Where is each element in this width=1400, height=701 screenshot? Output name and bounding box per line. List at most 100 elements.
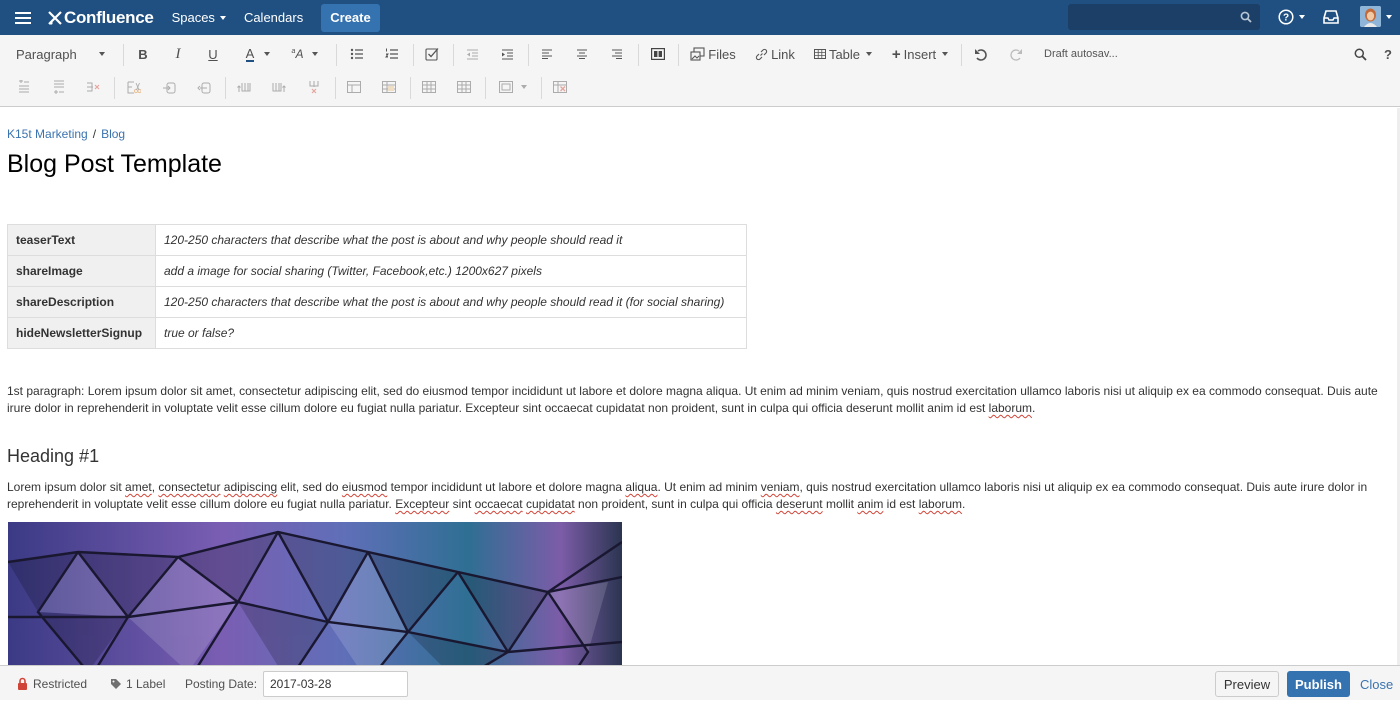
task-list-button[interactable] — [421, 37, 443, 71]
help-menu[interactable]: ? — [1278, 9, 1305, 25]
redo-button[interactable] — [1005, 37, 1027, 71]
paragraph-style-dropdown[interactable]: Paragraph — [8, 37, 113, 71]
top-navigation-bar: Confluence Spaces Calendars Create ? — [0, 0, 1400, 35]
table-icon — [813, 49, 826, 59]
insert-row-before-button[interactable] — [13, 70, 35, 104]
toolbar-divider — [114, 77, 115, 99]
calendars-label: Calendars — [243, 10, 304, 25]
numbered-list-icon — [385, 48, 398, 59]
outdent-icon — [466, 48, 478, 60]
align-left-icon — [542, 49, 552, 59]
intro-paragraph[interactable]: 1st paragraph: Lorem ipsum dolor sit ame… — [7, 383, 1392, 417]
chevron-down-icon — [521, 85, 527, 89]
indent-button[interactable] — [496, 37, 518, 71]
property-value[interactable]: 120-250 characters that describe what th… — [155, 224, 747, 256]
more-formatting-button[interactable]: aA — [285, 37, 325, 71]
hero-image[interactable] — [8, 522, 622, 665]
create-button[interactable]: Create — [321, 3, 380, 32]
toolbar-divider — [528, 44, 529, 66]
toolbar-divider — [453, 44, 454, 66]
table-dropdown[interactable]: Table — [812, 37, 874, 71]
undo-button[interactable] — [970, 37, 992, 71]
logo-text: Confluence — [64, 7, 154, 27]
insert-column-left-icon — [237, 83, 251, 92]
user-menu[interactable] — [1360, 6, 1392, 27]
page-title-input[interactable]: Blog Post Template — [7, 150, 222, 179]
toolbar-row-table — [0, 70, 1400, 104]
property-key[interactable]: shareDescription — [7, 286, 156, 318]
text-color-button[interactable]: A — [238, 37, 278, 71]
toolbar-divider — [335, 77, 336, 99]
insert-column-after-button[interactable] — [268, 70, 290, 104]
publish-button[interactable]: Publish — [1287, 671, 1350, 697]
delete-column-icon — [309, 81, 319, 94]
search-icon — [1240, 11, 1252, 23]
spaces-menu[interactable]: Spaces — [172, 10, 226, 25]
calendars-link[interactable]: Calendars — [244, 10, 303, 25]
section-heading[interactable]: Heading #1 — [7, 446, 99, 467]
find-replace-button[interactable] — [1349, 37, 1371, 71]
split-cells-button[interactable] — [453, 70, 475, 104]
property-value[interactable]: add a image for social sharing (Twitter,… — [155, 255, 747, 287]
close-button[interactable]: Close — [1360, 671, 1393, 697]
align-right-button[interactable] — [606, 37, 628, 71]
keyboard-shortcuts-button[interactable]: ? — [1380, 37, 1396, 71]
chevron-down-icon — [99, 52, 105, 56]
insert-column-before-button[interactable] — [233, 70, 255, 104]
search-input[interactable] — [1068, 4, 1260, 30]
underline-button[interactable]: U — [202, 37, 224, 71]
property-value[interactable]: true or false? — [155, 317, 747, 349]
bold-button[interactable]: B — [132, 37, 154, 71]
copy-row-icon — [163, 82, 176, 93]
link-button[interactable]: Link — [752, 37, 798, 71]
property-value[interactable]: 120-250 characters that describe what th… — [155, 286, 747, 318]
delete-column-button[interactable] — [303, 70, 325, 104]
breadcrumb: K15t Marketing / Blog — [7, 127, 125, 141]
toolbar-divider — [336, 44, 337, 66]
avatar — [1360, 6, 1381, 27]
numbered-list-button[interactable] — [381, 37, 403, 71]
misspelled-word: veniam — [760, 480, 800, 494]
paste-row-button[interactable] — [193, 70, 215, 104]
breadcrumb-blog-link[interactable]: Blog — [101, 127, 125, 141]
confluence-logo[interactable]: Confluence — [47, 8, 154, 28]
notifications-button[interactable] — [1323, 10, 1339, 29]
paragraph-text: elit, sed do — [277, 480, 342, 494]
property-key[interactable]: shareImage — [7, 255, 156, 287]
delete-table-button[interactable] — [549, 70, 571, 104]
outdent-button[interactable] — [461, 37, 483, 71]
misspelled-word: deserunt — [775, 497, 823, 511]
preview-button[interactable]: Preview — [1215, 671, 1279, 697]
cell-color-dropdown[interactable] — [493, 70, 533, 104]
breadcrumb-space-link[interactable]: K15t Marketing — [7, 127, 88, 141]
page-layout-button[interactable] — [647, 37, 669, 71]
delete-row-button[interactable] — [82, 70, 104, 104]
italic-button[interactable]: I — [167, 37, 189, 71]
italic-icon: I — [175, 45, 181, 62]
labels-count: 1 Label — [126, 676, 166, 691]
search-icon — [1354, 48, 1367, 61]
restrictions-button[interactable]: Restricted — [17, 666, 87, 701]
editor-content[interactable]: K15t Marketing / Blog Blog Post Template… — [0, 108, 1400, 665]
cut-row-button[interactable] — [123, 70, 145, 104]
body-paragraph[interactable]: Lorem ipsum dolor sit amet, consectetur … — [7, 479, 1392, 513]
files-button[interactable]: Files — [688, 37, 738, 71]
indent-icon — [501, 48, 513, 60]
merge-cells-button[interactable] — [418, 70, 440, 104]
insert-row-above-icon — [19, 80, 29, 93]
property-key[interactable]: hideNewsletterSignup — [7, 317, 156, 349]
bullet-list-button[interactable] — [346, 37, 368, 71]
menu-icon[interactable] — [15, 11, 31, 24]
toolbar-divider — [961, 44, 962, 66]
lock-icon — [18, 677, 27, 690]
property-key[interactable]: teaserText — [7, 224, 156, 256]
toggle-header-column-button[interactable] — [378, 70, 400, 104]
labels-button[interactable]: 1 Label — [110, 666, 165, 701]
insert-dropdown[interactable]: + Insert — [888, 37, 952, 71]
align-left-button[interactable] — [536, 37, 558, 71]
toggle-header-row-button[interactable] — [343, 70, 365, 104]
align-center-button[interactable] — [571, 37, 593, 71]
copy-row-button[interactable] — [158, 70, 180, 104]
insert-row-after-button[interactable] — [48, 70, 70, 104]
posting-date-input[interactable] — [263, 671, 408, 697]
